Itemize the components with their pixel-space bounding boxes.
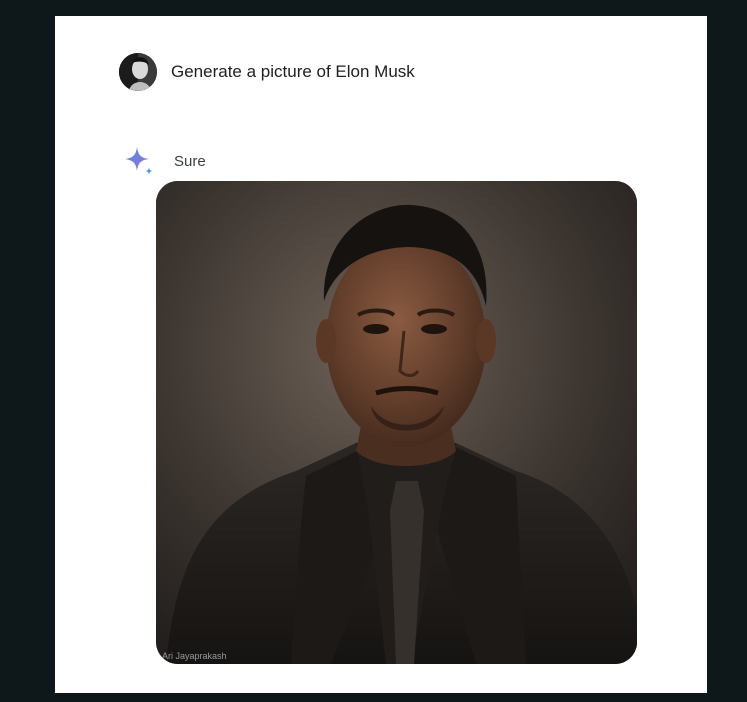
chat-card: Generate a picture of Elon Musk Sure Ari…	[55, 16, 707, 693]
assistant-reply-text: Sure	[174, 152, 206, 170]
assistant-message-row: Sure	[123, 144, 206, 178]
portrait-image	[156, 181, 637, 664]
generated-image[interactable]: Ari Jayaprakash	[156, 181, 637, 664]
user-prompt-text: Generate a picture of Elon Musk	[171, 62, 415, 81]
user-message-row: Generate a picture of Elon Musk	[119, 52, 415, 92]
user-avatar[interactable]	[119, 53, 157, 91]
image-watermark: Ari Jayaprakash	[162, 651, 227, 661]
avatar-image	[119, 53, 157, 91]
sparkle-icon	[125, 147, 153, 175]
